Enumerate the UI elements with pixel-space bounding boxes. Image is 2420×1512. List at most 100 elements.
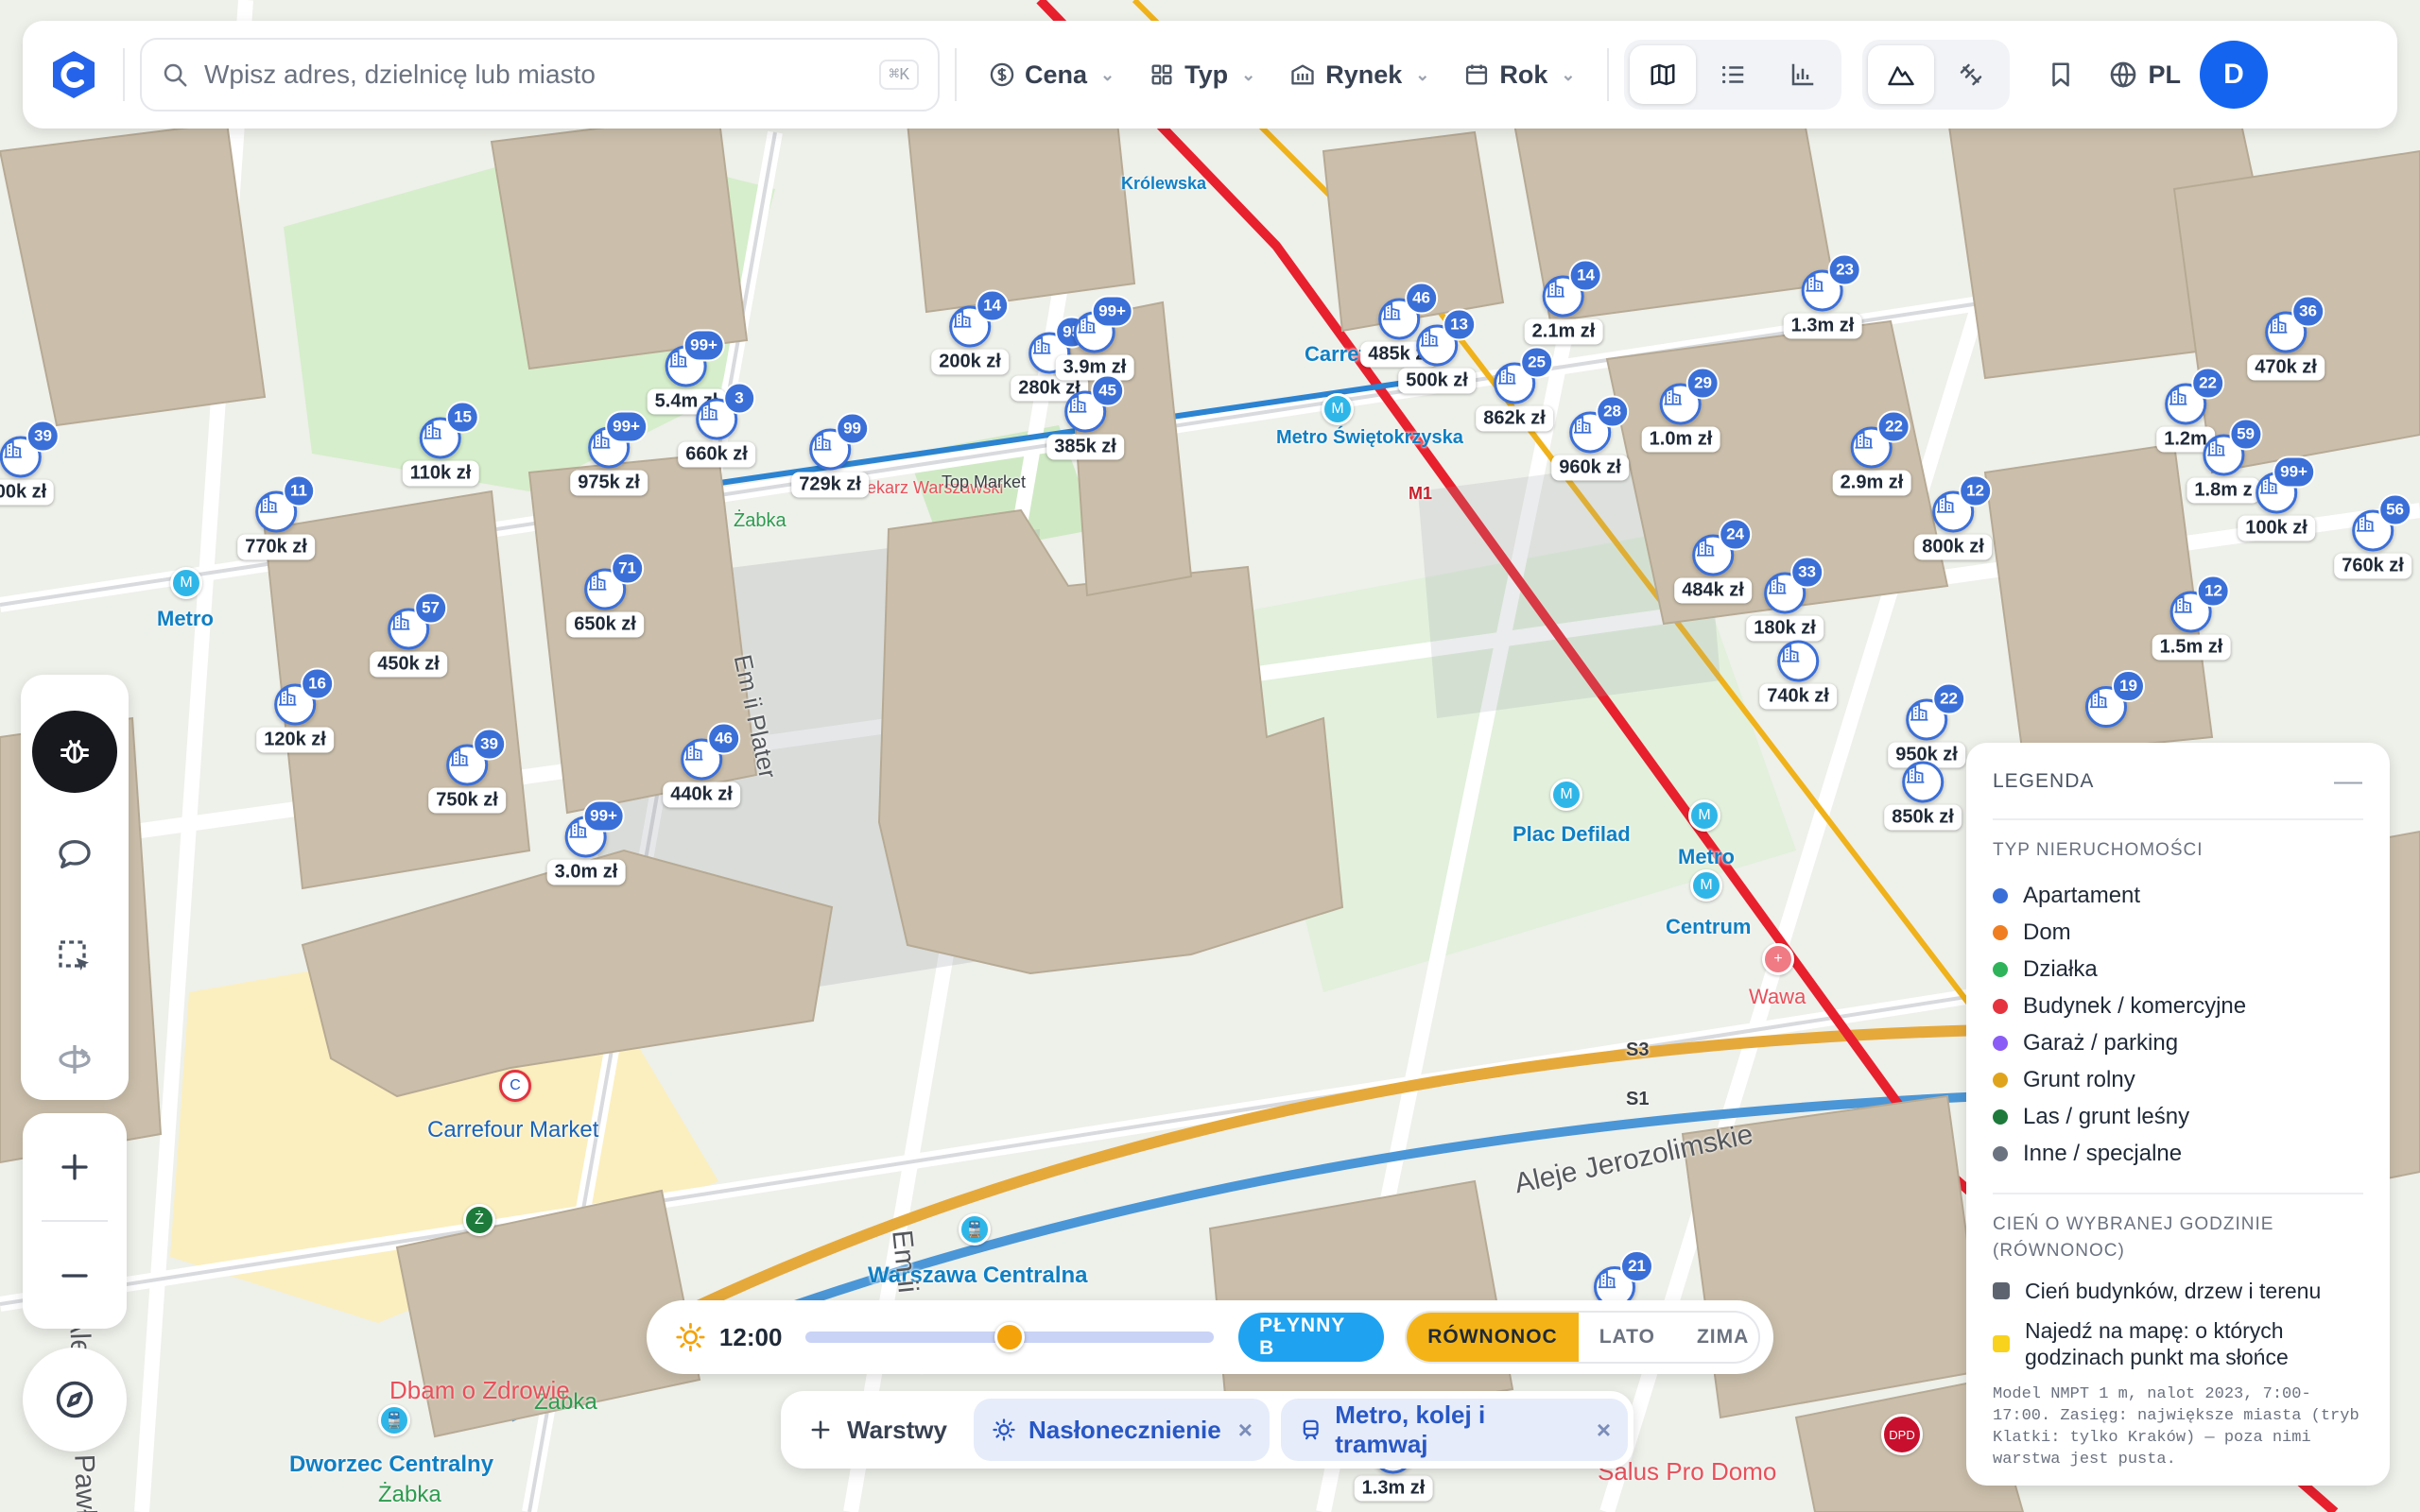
listing-marker[interactable]: 24 484k zł	[1674, 518, 1752, 604]
map-label-zabka-top[interactable]: Żabka	[734, 510, 786, 532]
time-slider-thumb[interactable]	[994, 1322, 1026, 1352]
listing-pin[interactable]: 99+	[2255, 455, 2315, 514]
filter-market[interactable]: Rynek ⌄	[1272, 44, 1446, 105]
metro-station-pin[interactable]: M	[1690, 869, 1722, 902]
zoom-in-button[interactable]	[23, 1113, 127, 1220]
listing-marker[interactable]: 14 200k zł	[931, 289, 1009, 375]
zoom-out-button[interactable]	[23, 1222, 127, 1329]
listing-pin[interactable]: 57	[387, 592, 447, 650]
listing-marker[interactable]: 11 770k zł	[237, 474, 315, 560]
metro-station-pin[interactable]: M	[1550, 779, 1582, 811]
listing-marker[interactable]: 25 862k zł	[1476, 346, 1553, 432]
rotate-3d-tool-button[interactable]	[32, 1019, 117, 1101]
dpd-pin[interactable]: DPD	[1881, 1414, 1923, 1455]
listing-pin[interactable]: 33	[1763, 556, 1824, 614]
listing-pin[interactable]: 36	[2264, 295, 2325, 353]
listing-marker[interactable]: 28 960k zł	[1551, 395, 1629, 481]
metro-station-pin[interactable]: M	[170, 567, 202, 599]
listing-marker[interactable]: 29 1.0m zł	[1641, 367, 1720, 453]
listing-pin[interactable]: 39	[445, 728, 506, 786]
listing-pin[interactable]: 99+	[1073, 295, 1133, 353]
listing-marker[interactable]: 16 120k zł	[256, 667, 334, 753]
listing-pin[interactable]: 99+	[587, 410, 648, 469]
metro-station-pin[interactable]: M	[1688, 799, 1720, 832]
comment-tool-button[interactable]	[32, 814, 117, 896]
view-list-button[interactable]	[1700, 45, 1766, 104]
close-icon[interactable]: ×	[1238, 1416, 1253, 1445]
listing-pin[interactable]: 56	[2351, 493, 2411, 552]
listing-marker[interactable]: 39 750k zł	[428, 728, 506, 814]
listing-pin[interactable]: 99+	[564, 799, 625, 858]
season-option[interactable]: ZIMA	[1676, 1313, 1758, 1362]
filter-price[interactable]: Cena ⌄	[972, 44, 1132, 105]
layer-chip-insolation[interactable]: Nasłonecznienie ×	[973, 1399, 1270, 1461]
listing-marker[interactable]: 14 2.1m zł	[1524, 259, 1603, 345]
listing-marker[interactable]: 99+ 3.0m zł	[546, 799, 626, 885]
view-chart-button[interactable]	[1770, 45, 1836, 104]
listing-marker[interactable]: 740k zł	[1759, 640, 1837, 710]
listing-marker[interactable]: 22 2.9m zł	[1832, 410, 1911, 496]
map-label-metro-swietokrzyska[interactable]: Metro Świętokrzyska	[1276, 427, 1463, 449]
close-icon[interactable]: ×	[1597, 1416, 1611, 1445]
listing-pin[interactable]: 28	[1568, 395, 1629, 454]
listing-pin[interactable]: 99+	[665, 329, 725, 387]
listing-pin[interactable]: 3	[695, 382, 755, 440]
map-label-krolewska[interactable]: Królewska	[1121, 174, 1206, 194]
listing-pin[interactable]: 45	[1063, 374, 1124, 433]
filter-type[interactable]: Typ ⌄	[1132, 44, 1272, 105]
listing-pin[interactable]	[1776, 640, 1819, 682]
listing-pin[interactable]: 12	[2169, 575, 2230, 633]
time-slider[interactable]	[805, 1322, 1215, 1352]
app-logo[interactable]	[40, 41, 108, 109]
listing-pin[interactable]: 22	[1905, 682, 1965, 741]
add-layer-button[interactable]: Warstwy	[807, 1416, 962, 1445]
listing-pin[interactable]: 71	[583, 552, 644, 610]
map-label-carrefour-market[interactable]: Carrefour Market	[427, 1117, 598, 1143]
zabka-pin[interactable]: Ż	[463, 1204, 495, 1236]
avatar[interactable]: D	[2199, 41, 2268, 109]
map-label-dworzec-centralny[interactable]: Dworzec Centralny	[289, 1452, 493, 1478]
carrefour-pin[interactable]: C	[499, 1070, 531, 1102]
map-label-zabka-bottom[interactable]: Żabka	[378, 1482, 441, 1508]
listing-marker[interactable]: 99+ 100k zł	[2238, 455, 2315, 541]
train-station-pin[interactable]: 🚆	[378, 1404, 410, 1436]
map-label-metro[interactable]: Metro	[1678, 845, 1735, 869]
listing-marker[interactable]: 15 110k zł	[402, 401, 479, 487]
map-label-metro-onz[interactable]: Metro	[157, 607, 214, 631]
listing-pin[interactable]	[1901, 761, 1944, 803]
satellite-button[interactable]	[1938, 45, 2004, 104]
train-station-pin[interactable]: 🚆	[959, 1213, 991, 1246]
listing-marker[interactable]: 71 650k zł	[566, 552, 644, 638]
listing-marker[interactable]: 99+ 3.9m zł	[1055, 295, 1134, 381]
terrain-3d-button[interactable]	[1868, 45, 1935, 104]
listing-marker[interactable]: 45 385k zł	[1046, 374, 1124, 460]
listing-marker[interactable]: 39 00k zł	[0, 420, 60, 506]
language-selector[interactable]: PL	[2095, 60, 2194, 90]
listing-pin[interactable]: 14	[948, 289, 1009, 348]
smooth-play-button[interactable]: PŁYNNY B	[1238, 1313, 1385, 1362]
listing-marker[interactable]: 36 470k zł	[2247, 295, 2325, 381]
listing-marker[interactable]: 850k zł	[1884, 761, 1962, 831]
listing-pin[interactable]: 11	[254, 474, 315, 533]
listing-pin[interactable]: 12	[1931, 474, 1992, 533]
listing-pin[interactable]: 14	[1542, 259, 1602, 318]
metro-station-pin[interactable]: M	[1322, 393, 1354, 425]
area-select-tool-button[interactable]	[32, 916, 117, 998]
listing-pin[interactable]: 24	[1691, 518, 1752, 576]
debug-tool-button[interactable]	[32, 711, 117, 793]
compass-button[interactable]	[23, 1348, 127, 1452]
listing-marker[interactable]: 23 1.3m zł	[1783, 253, 1862, 339]
listing-pin[interactable]: 13	[1415, 308, 1476, 367]
listing-pin[interactable]: 23	[1801, 253, 1861, 312]
filter-year[interactable]: Rok ⌄	[1446, 44, 1592, 105]
listing-marker[interactable]: 56 760k zł	[2334, 493, 2411, 579]
listing-pin[interactable]: 29	[1659, 367, 1720, 425]
map-label-plac-defilad[interactable]: Plac Defilad	[1512, 822, 1631, 847]
listing-marker[interactable]: 22 950k zł	[1888, 682, 1965, 768]
listing-marker[interactable]: 12 1.5m zł	[2152, 575, 2231, 661]
listing-marker[interactable]: 13 500k zł	[1398, 308, 1476, 394]
listing-pin[interactable]: 39	[0, 420, 60, 478]
map-label-centrum[interactable]: Centrum	[1666, 915, 1751, 939]
pharmacy-pin[interactable]: +	[1762, 943, 1794, 975]
view-map-button[interactable]	[1630, 45, 1697, 104]
